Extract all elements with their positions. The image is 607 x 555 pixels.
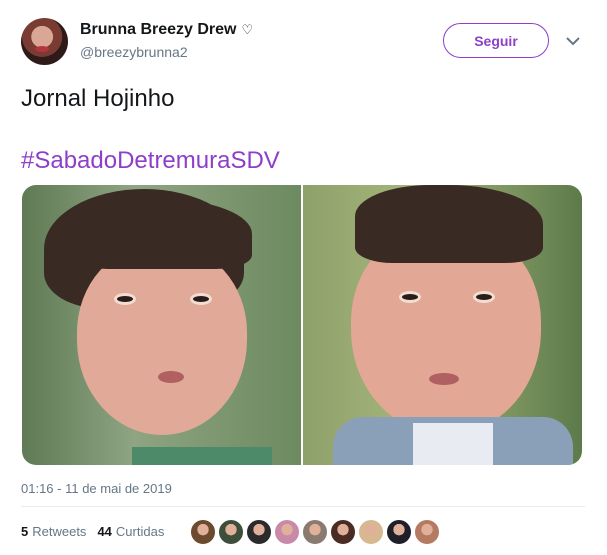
likes-count[interactable]: 44 [97,524,111,539]
photo-right[interactable] [303,185,582,465]
liker-avatar[interactable] [218,519,244,545]
liker-avatar[interactable] [274,519,300,545]
liker-avatar[interactable] [246,519,272,545]
tweet-stats: 5 Retweets 44 Curtidas [21,524,164,539]
tweet-timestamp[interactable]: 01:16 - 11 de mai de 2019 [21,481,172,496]
hashtag-link[interactable]: #SabadoDetremuraSDV [21,146,280,175]
liker-avatar[interactable] [330,519,356,545]
likes-label[interactable]: Curtidas [116,524,164,539]
liker-avatar[interactable] [302,519,328,545]
liker-avatar[interactable] [414,519,440,545]
liker-avatar[interactable] [190,519,216,545]
tweet-header: Brunna Breezy Drew ♡ @breezybrunna2 Segu… [0,0,607,70]
avatar[interactable] [21,18,68,65]
heart-icon: ♡ [241,22,254,37]
photo-left[interactable] [22,185,301,465]
retweets-count[interactable]: 5 [21,524,28,539]
chevron-down-icon[interactable] [565,33,581,49]
likers-avatars [190,519,442,545]
tweet-text: Jornal Hojinho [21,85,175,112]
name-row: Brunna Breezy Drew ♡ [80,21,253,39]
follow-button[interactable]: Seguir [443,23,549,58]
retweets-label[interactable]: Retweets [32,524,86,539]
liker-avatar[interactable] [386,519,412,545]
liker-avatar[interactable] [358,519,384,545]
divider [21,506,585,507]
user-handle[interactable]: @breezybrunna2 [80,44,188,60]
display-name[interactable]: Brunna Breezy Drew [80,21,237,39]
media-grid [22,185,582,465]
